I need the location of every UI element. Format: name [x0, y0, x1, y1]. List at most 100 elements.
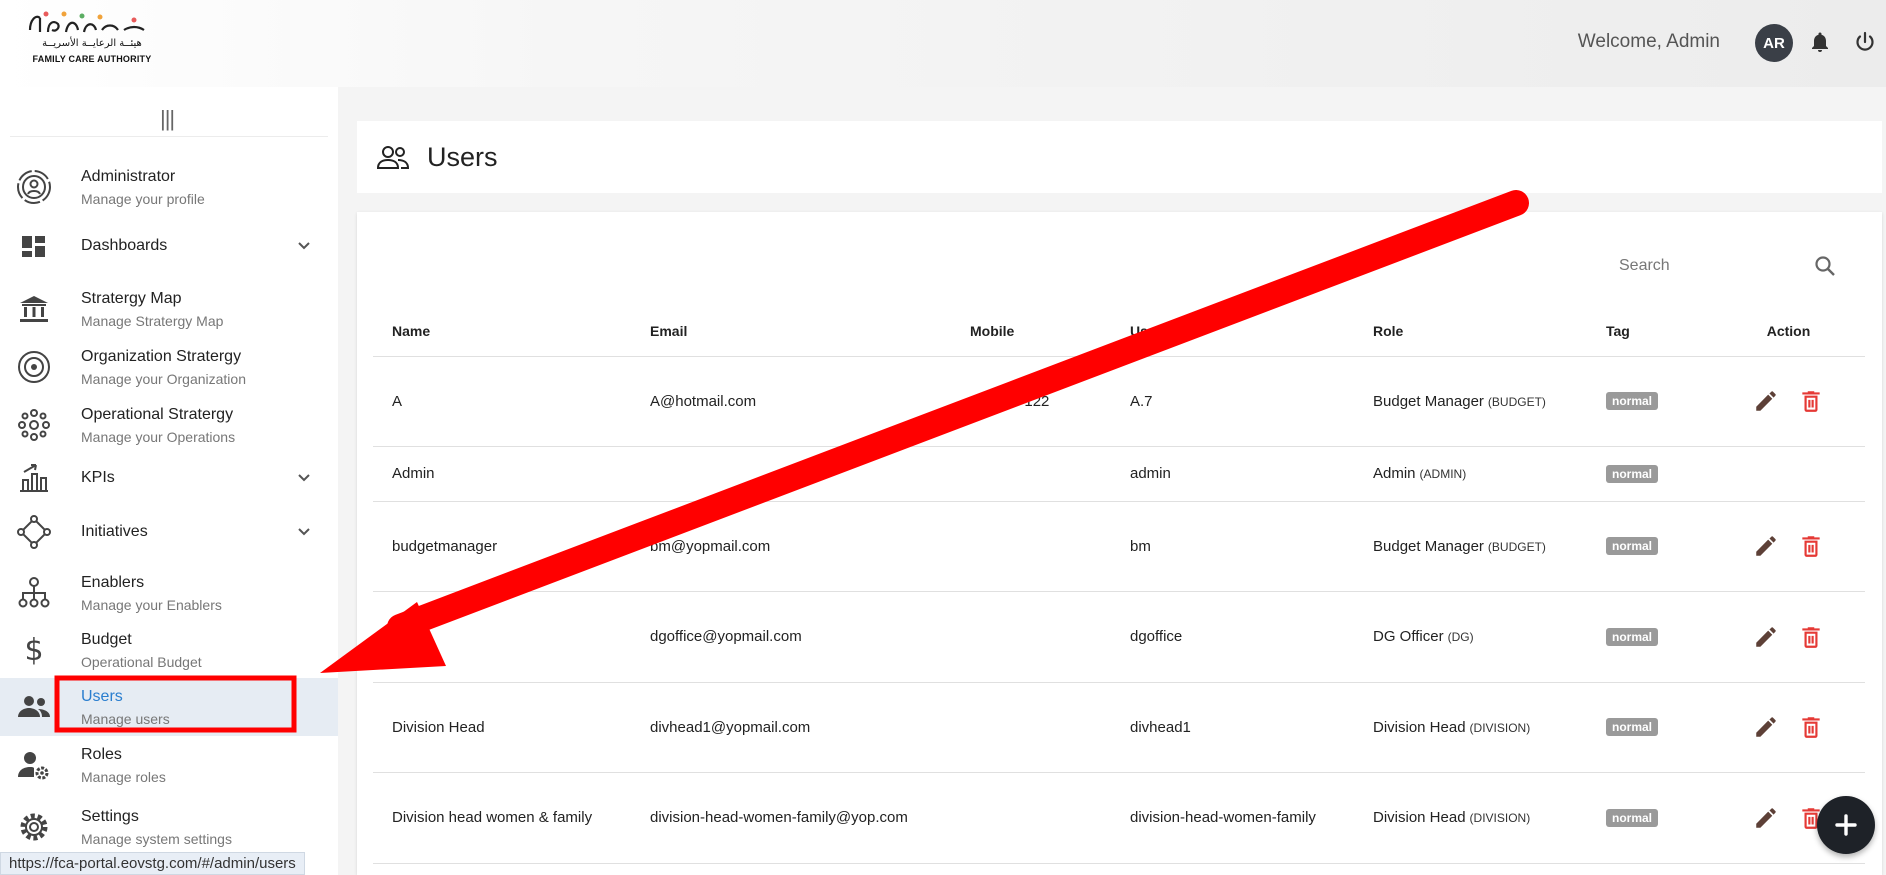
- search-icon[interactable]: [1813, 254, 1837, 278]
- sidebar-item-dashboards[interactable]: Dashboards: [0, 223, 338, 269]
- sidebar-item-subtitle: Manage system settings: [81, 830, 232, 847]
- sidebar-item-settings[interactable]: Settings Manage system settings: [0, 799, 338, 855]
- edit-pencil-icon[interactable]: [1753, 533, 1779, 559]
- user-avatar[interactable]: AR: [1755, 24, 1793, 62]
- logo-mark: [28, 11, 145, 33]
- sidebar-item-title: Organization Stratergy: [81, 347, 242, 365]
- cell-tag: normal: [1587, 591, 1712, 683]
- tag-badge: normal: [1606, 627, 1659, 646]
- cell-actions: [1712, 591, 1865, 683]
- tag-badge: normal: [1606, 808, 1659, 827]
- delete-trash-icon[interactable]: [1798, 533, 1824, 559]
- cell-tag: normal: [1587, 682, 1712, 773]
- table-row: budgetmanager bm@yopmail.com bm Budget M…: [373, 501, 1865, 592]
- sidebar-item-title: Users: [81, 687, 123, 705]
- column-header-name[interactable]: Name: [373, 306, 631, 357]
- column-header-username[interactable]: Username: [1111, 306, 1354, 357]
- sidebar-item-subtitle: Manage your Organization: [81, 370, 246, 387]
- table-row: Division head women & family division-he…: [373, 772, 1865, 864]
- role-name: Budget Manager: [1373, 392, 1484, 410]
- column-header-role[interactable]: Role: [1354, 306, 1587, 357]
- search-input[interactable]: [1619, 250, 1819, 282]
- role-name: Budget Manager: [1373, 537, 1484, 555]
- sidebar-item-operational-stratergy[interactable]: Operational Stratergy Manage your Operat…: [0, 397, 338, 453]
- cell-role: Budget Manager (BUDGET): [1354, 501, 1587, 592]
- network-icon: [18, 409, 50, 441]
- sidebar-item-subtitle: Manage roles: [81, 768, 166, 785]
- role-code: (DG): [1447, 630, 1474, 644]
- edit-pencil-icon[interactable]: [1753, 805, 1779, 831]
- cell-mobile: [951, 501, 1111, 592]
- cell-name: Division head women & family: [373, 772, 631, 864]
- sidebar-item-title: Budget: [81, 630, 132, 648]
- sidebar-item-organization-stratergy[interactable]: Organization Stratergy Manage your Organ…: [0, 339, 338, 395]
- sidebar-item-users[interactable]: Users Manage users: [0, 678, 338, 736]
- users-table: Name Email Mobile Username Role Tag Acti…: [373, 306, 1865, 864]
- search-box: [1619, 250, 1829, 282]
- plus-icon: [1835, 814, 1857, 836]
- sidebar-item-subtitle: Manage users: [81, 710, 170, 727]
- cell-mobile: 0507••••122: [951, 356, 1111, 447]
- chevron-down-icon[interactable]: [294, 522, 314, 542]
- logo-english-text: FAMILY CARE AUTHORITY: [32, 54, 152, 64]
- sidebar-item-subtitle: Operational Budget: [81, 653, 202, 670]
- role-code: (ADMIN): [1419, 467, 1467, 481]
- cell-mobile: [951, 772, 1111, 864]
- table-row: dgoffice@yopmail.com dgoffice DG Officer…: [373, 591, 1865, 683]
- power-logout-icon[interactable]: [1853, 30, 1877, 54]
- sidebar-item-title: Initiatives: [81, 523, 148, 540]
- column-header-email[interactable]: Email: [631, 306, 951, 357]
- sidebar-item-subtitle: Manage your Enablers: [81, 596, 222, 613]
- target-icon: [18, 351, 50, 383]
- role-name: Admin: [1373, 465, 1416, 482]
- cell-tag: normal: [1587, 772, 1712, 864]
- sidebar-item-budget[interactable]: $ Budget Operational Budget: [0, 622, 338, 678]
- sidebar-item-stratergy-map[interactable]: Stratergy Map Manage Stratergy Map: [0, 281, 338, 337]
- cell-name: [373, 591, 631, 683]
- sidebar-item-subtitle: Manage your profile: [81, 190, 205, 207]
- sidebar-item-enablers[interactable]: Enablers Manage your Enablers: [0, 565, 338, 621]
- column-header-mobile[interactable]: Mobile: [951, 306, 1111, 357]
- sidebar-item-subtitle: Manage your Operations: [81, 428, 236, 445]
- sidebar-item-title: Operational Stratergy: [81, 405, 234, 423]
- role-name: DG Officer: [1373, 628, 1444, 645]
- add-user-button[interactable]: [1817, 796, 1875, 854]
- cell-actions: [1712, 356, 1865, 447]
- column-header-tag[interactable]: Tag: [1587, 306, 1712, 357]
- tag-badge: normal: [1606, 464, 1659, 483]
- sidebar-item-roles[interactable]: Roles Manage roles: [0, 737, 338, 793]
- sidebar-item-kpis[interactable]: KPIs: [0, 455, 338, 501]
- role-name: Division Head: [1373, 718, 1466, 736]
- welcome-text: Welcome, Admin: [1577, 31, 1720, 52]
- delete-trash-icon[interactable]: [1798, 714, 1824, 740]
- edit-pencil-icon[interactable]: [1753, 714, 1779, 740]
- cell-username: bm: [1111, 501, 1354, 592]
- cell-actions: [1712, 682, 1865, 773]
- sidebar: ||| Administrator Manage your profile Da…: [0, 87, 338, 875]
- family-care-authority-logo[interactable]: هيئــة الرعايــة الأسريــة FAMILY CARE A…: [26, 8, 158, 68]
- cell-tag: normal: [1587, 356, 1712, 447]
- delete-trash-icon[interactable]: [1798, 624, 1824, 650]
- cell-email: bm@yopmail.com: [631, 501, 951, 592]
- cell-email: division-head-women-family@yop.com: [631, 772, 951, 864]
- delete-trash-icon[interactable]: [1798, 388, 1824, 414]
- sidebar-divider: [10, 136, 328, 137]
- sidebar-item-administrator[interactable]: Administrator Manage your profile: [0, 159, 338, 215]
- edit-pencil-icon[interactable]: [1753, 624, 1779, 650]
- cell-mobile: [951, 682, 1111, 773]
- sidebar-collapse-icon[interactable]: |||: [160, 106, 175, 132]
- cell-name: Admin: [373, 446, 631, 502]
- sidebar-item-initiatives[interactable]: Initiatives: [0, 509, 338, 555]
- users-outline-icon: [376, 146, 410, 169]
- user-gear-icon: [18, 752, 49, 780]
- sidebar-item-subtitle: Manage Stratergy Map: [81, 312, 224, 329]
- notification-bell-icon[interactable]: [1808, 30, 1832, 54]
- chevron-down-icon[interactable]: [294, 236, 314, 256]
- edit-pencil-icon[interactable]: [1753, 388, 1779, 414]
- table-row: Admin admin Admin (ADMIN) normal: [373, 446, 1865, 502]
- cell-username: admin: [1111, 446, 1354, 502]
- role-code: (DIVISION): [1469, 720, 1531, 735]
- cell-mobile: [951, 446, 1111, 502]
- cell-name: A: [373, 356, 631, 447]
- chevron-down-icon[interactable]: [294, 468, 314, 488]
